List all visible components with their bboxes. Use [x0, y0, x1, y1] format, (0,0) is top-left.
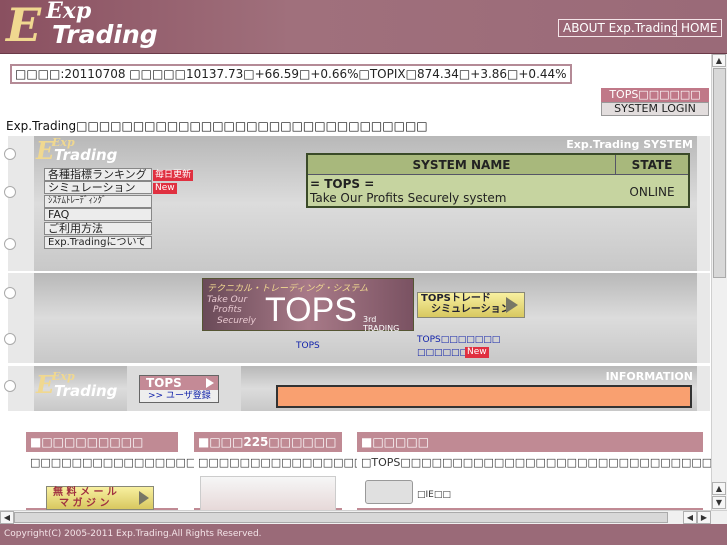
notice-text-2: □IE□□	[417, 490, 451, 500]
register-label: >> ユーザ登録	[148, 391, 211, 401]
mailmag-btn-line2: マ ガ ジ ン	[59, 498, 110, 509]
information-ticker-bar	[276, 385, 692, 408]
binder-hole	[4, 148, 16, 160]
logo-letter-e: E	[6, 0, 42, 52]
scroll-left-icon-2[interactable]: ◀	[683, 511, 697, 524]
mailmag-body: □□□□□□□□□□□□□□□□□□□□□□□□ 無 料 メ ー ル マ ガ ジ…	[26, 452, 280, 510]
nikkei-text: □□□□□□□□□□□□□□□□□□□	[198, 456, 396, 469]
register-button[interactable]: TOPS >> ユーザ登録	[139, 375, 219, 403]
panel-logo-trading: Trading	[54, 146, 118, 164]
tops-link[interactable]: TOPS□□□□□□	[601, 88, 709, 102]
scroll-up-icon-2[interactable]: ▲	[712, 482, 726, 495]
info-logo-panel: E Exp Trading	[34, 366, 127, 411]
binder-strip-right	[697, 136, 710, 271]
tops-caption[interactable]: TOPS	[296, 341, 320, 351]
binder-strip-right-3	[697, 366, 710, 411]
table-cell-name: = TOPS = Take Our Profits Securely syste…	[310, 177, 616, 205]
mailmag-title: ■□□□□□□□□□	[30, 435, 144, 449]
notice-title: ■□□□□□	[361, 435, 430, 449]
play-arrow-icon	[506, 297, 518, 313]
tops-banner[interactable]: テクニカル・トレーディング・システム Take Our Profits Secu…	[202, 278, 414, 333]
binder-strip-right-2	[697, 273, 710, 363]
scroll-right-icon[interactable]: ▶	[697, 511, 711, 524]
site-header: E Exp Trading ABOUT Exp.Trading HOME	[0, 0, 727, 54]
menu-faq[interactable]: FAQ	[44, 208, 152, 221]
menu-system-trading[interactable]: ｼｽﾃﾑﾄﾚｰﾃﾞｨﾝｸﾞ	[44, 195, 152, 208]
intro-text: Exp.Trading□□□□□□□□□□□□□□□□□□□□□□□□□□□□□…	[6, 119, 428, 133]
badge-new-2: New	[465, 347, 489, 358]
system-login-button[interactable]: SYSTEM LOGIN	[601, 102, 709, 116]
market-ticker: □□□□:20110708 □□□□□10137.73□+66.59□+0.66…	[10, 64, 572, 84]
logo-trading: Trading	[52, 20, 158, 49]
binder-hole	[4, 333, 16, 345]
binder-strip-left	[4, 136, 34, 271]
notice-box: ■□□□□□ □TOPS□□□□□□□□□□□□□□□□□□□□□□□□□□□□…	[357, 432, 727, 512]
menu-about[interactable]: Exp.Tradingについて	[44, 236, 152, 249]
nav-home[interactable]: HOME	[676, 19, 723, 37]
binder-hole	[4, 186, 16, 198]
notice-body: □TOPS□□□□□□□□□□□□□□□□□□□□□□□□□□□□□□□□ □I…	[357, 452, 727, 508]
banner-sub2: Profits	[213, 305, 242, 315]
nikkei-box: ■□□□225□□□□□□ □□□□□□□□□□□□□□□□□□□	[194, 432, 396, 512]
menu-simulation[interactable]: シミュレーション	[44, 181, 152, 194]
badge-daily-update: 毎日更新	[153, 170, 194, 181]
badge-new: New	[153, 183, 177, 194]
scroll-up-icon[interactable]: ▲	[712, 54, 726, 67]
mail-magazine-button[interactable]: 無 料 メ ー ル マ ガ ジ ン	[46, 486, 154, 510]
menu-ranking[interactable]: 各種指標ランキング	[44, 168, 152, 181]
binder-hole	[4, 287, 16, 299]
binder-hole	[4, 238, 16, 250]
table-cell-state: ONLINE	[629, 185, 675, 199]
table-header-name: SYSTEM NAME	[308, 155, 616, 175]
banner-sub1: Take Our	[207, 295, 248, 305]
banner-badge: 3rd TRADING	[363, 315, 400, 333]
binder-strip-left-2	[4, 273, 34, 363]
scroll-left-icon[interactable]: ◀	[0, 511, 14, 524]
binder-strip-left-3	[4, 366, 34, 411]
play-arrow-icon	[139, 491, 149, 505]
nav-about[interactable]: ABOUT Exp.Trading	[558, 19, 684, 37]
banner-sub3: Securely	[217, 316, 256, 326]
notice-text: □TOPS□□□□□□□□□□□□□□□□□□□□□□□□□□□□□□□□	[361, 456, 727, 469]
nikkei-title: ■□□□225□□□□□□	[198, 435, 337, 449]
system-table: SYSTEM NAME STATE = TOPS = Take Our Prof…	[306, 153, 690, 208]
system-name-line2: Take Our Profits Securely system	[310, 191, 507, 205]
nikkei-chart-thumbnail[interactable]	[200, 476, 336, 512]
tops-link-1[interactable]: TOPS□□□□□□□	[417, 335, 500, 345]
play-arrow-icon	[206, 378, 214, 388]
mailmag-text: □□□□□□□□□□□□□□□□□□□□□□□□	[30, 456, 280, 469]
information-title: INFORMATION	[605, 370, 693, 383]
tops-simulation-button[interactable]: TOPSトレード シミュレーション	[417, 292, 525, 318]
nikkei-body: □□□□□□□□□□□□□□□□□□□	[194, 452, 396, 512]
notice-button[interactable]	[365, 480, 413, 504]
system-name-line1[interactable]: = TOPS =	[310, 177, 616, 191]
vertical-scroll-thumb[interactable]	[713, 68, 726, 278]
info-logo-trading: Trading	[54, 382, 118, 400]
horizontal-scrollbar[interactable]: ◀ ◀ ▶	[0, 510, 727, 524]
binder-hole	[4, 380, 16, 392]
horizontal-scroll-thumb[interactable]	[14, 512, 668, 523]
mailmag-box: ■□□□□□□□□□ □□□□□□□□□□□□□□□□□□□□□□□□ 無 料 …	[26, 432, 280, 512]
banner-main: TOPS	[265, 291, 357, 329]
menu-usage[interactable]: ご利用方法	[44, 222, 152, 235]
system-panel-title: Exp.Trading SYSTEM	[566, 138, 693, 151]
footer-copyright: Copyright(C) 2005-2011 Exp.Trading.All R…	[0, 524, 727, 545]
table-header-state: STATE	[616, 155, 688, 175]
information-panel: INFORMATION	[241, 366, 697, 411]
vertical-scrollbar[interactable]: ▲ ▲ ▼	[711, 54, 727, 510]
scroll-down-icon[interactable]: ▼	[712, 496, 726, 509]
mailmag-btn-line1: 無 料 メ ー ル	[53, 487, 117, 498]
